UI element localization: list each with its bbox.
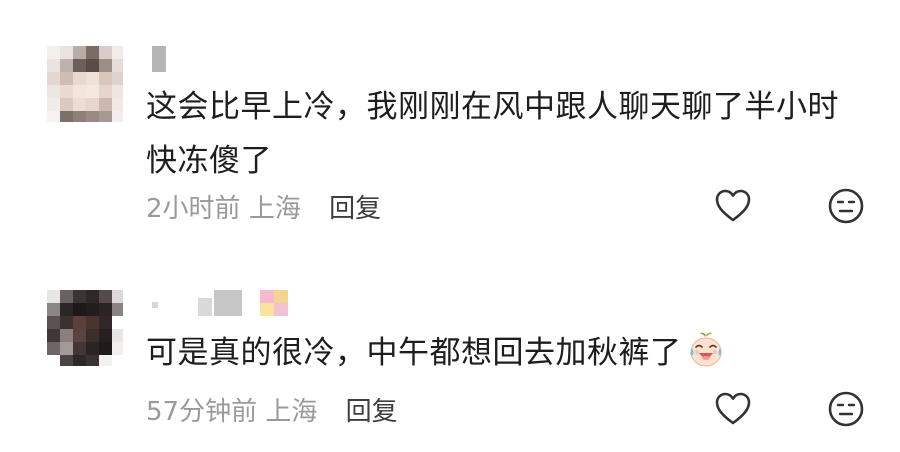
username-blurred xyxy=(198,298,212,316)
laughing-crying-emoji xyxy=(690,332,721,367)
reply-button[interactable]: 回复 xyxy=(346,397,398,427)
heart-outline-icon[interactable] xyxy=(713,389,753,429)
username-blurred[interactable] xyxy=(152,302,158,308)
comment-text-line: 可是真的很冷，中午都想回去加秋裤了 xyxy=(146,335,682,371)
comment-time: 57分钟前 xyxy=(146,397,258,427)
badge-blurred xyxy=(260,303,274,316)
comment-location: 上海 xyxy=(265,397,318,427)
meh-face-icon[interactable] xyxy=(826,389,866,429)
badge-blurred xyxy=(260,290,274,303)
avatar[interactable] xyxy=(47,290,123,366)
comment-text: 可是真的很冷，中午都想回去加秋裤了 xyxy=(146,326,726,380)
comment-meta: 57分钟前 上海 回复 xyxy=(146,391,398,428)
username-blurred xyxy=(214,290,242,316)
badge-blurred xyxy=(274,303,288,316)
badge-blurred xyxy=(274,290,288,303)
comment-item: 可是真的很冷，中午都想回去加秋裤了 57分钟前 上海 回复 xyxy=(0,0,900,452)
